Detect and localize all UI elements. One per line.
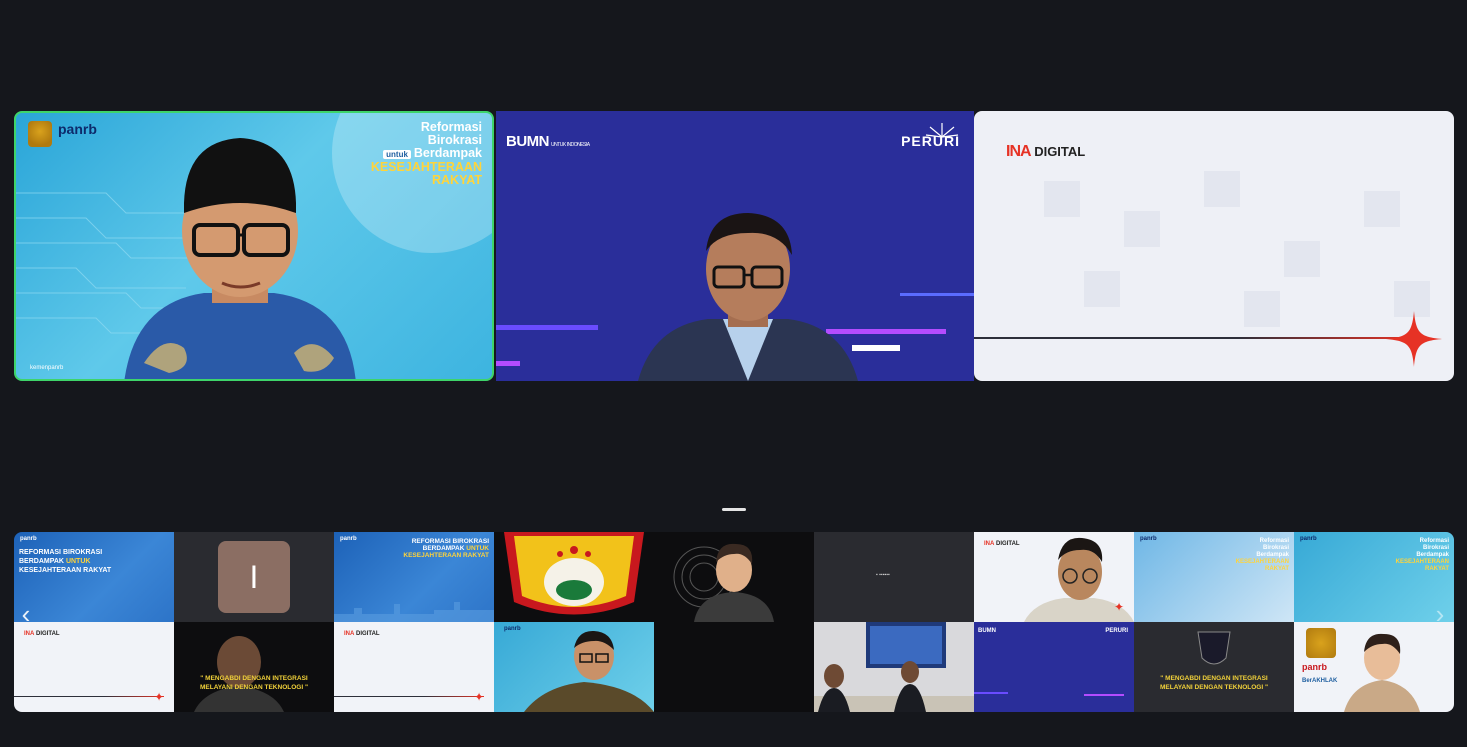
red-star-icon: ✦ (474, 690, 485, 704)
participant-thumb[interactable]: INA DIGITAL ✦ (14, 622, 174, 712)
bumn-logo: BUMN UNTUK INDONESIA (506, 133, 590, 150)
slogan-line: RAKYAT (431, 173, 482, 187)
decor-bar (900, 293, 974, 296)
participant-thumb[interactable] (654, 622, 814, 712)
participant-thumb[interactable]: INA DIGITAL ✦ (974, 532, 1134, 622)
decor-line (334, 696, 484, 697)
social-handles: kemenpanrb (30, 365, 64, 371)
speaker-2-person (638, 213, 858, 381)
participant-thumb[interactable]: panrb REFORMASI BIROKRASI BERDAMPAK UNTU… (334, 532, 494, 622)
participant-thumb[interactable]: " MENGABDI DENGAN INTEGRASI MELAYANI DEN… (174, 622, 334, 712)
red-star-icon (1386, 311, 1442, 367)
participant-person (194, 636, 284, 712)
red-star-icon: ✦ (1114, 600, 1125, 614)
participant-thumb[interactable]: panrb Reformasi Birokrasi Berdampak KESE… (1294, 532, 1454, 622)
room-camera-view (814, 622, 974, 712)
gallery-next-button[interactable]: › (1432, 598, 1448, 630)
participant-thumb[interactable]: ▪ ▪▪▪▪▪▪ (814, 532, 974, 622)
slogan: Reformasi Birokrasi untuk Berdampak KESEJ… (371, 121, 482, 187)
panrb-logo: panrb (58, 121, 97, 137)
participant-thumb[interactable]: " MENGABDI DENGAN INTEGRASI MELAYANI DEN… (1134, 622, 1294, 712)
participant-thumb[interactable] (814, 622, 974, 712)
participant-thumb[interactable]: panrb REFORMASI BIROKRASI BERDAMPAK UNTU… (14, 532, 174, 622)
decor-bar (974, 692, 1008, 694)
slogan-tag: untuk (383, 150, 411, 159)
avatar: I (218, 541, 290, 613)
participant-gallery: panrb REFORMASI BIROKRASI BERDAMPAK UNTU… (14, 532, 1454, 712)
decor-bar (852, 345, 900, 351)
participant-thumb[interactable]: BUMN PERURI (974, 622, 1134, 712)
video-tile-speaker-2[interactable]: BUMN UNTUK INDONESIA PERURI (496, 111, 974, 381)
participant-thumb[interactable]: INA DIGITAL ✦ (334, 622, 494, 712)
speaker-1-person (124, 138, 356, 379)
gallery-prev-button[interactable]: ‹ (18, 598, 34, 630)
skyline-decoration (334, 602, 494, 622)
participant-person (524, 630, 654, 712)
peruri-burst-icon (925, 123, 959, 138)
decor-bar (496, 361, 520, 366)
video-tile-speaker-1[interactable]: panrb Reformasi Birokrasi untuk Berdampak… (14, 111, 494, 381)
participant-thumb[interactable]: panrb (494, 622, 654, 712)
video-tile-speaker-3[interactable]: INA DIGITAL (974, 111, 1454, 381)
slogan-line: Berdampak (413, 146, 482, 160)
participant-thumb[interactable]: I (174, 532, 334, 622)
decor-line (974, 337, 1414, 339)
animated-avatar (1344, 633, 1420, 712)
screen-logo: ▪ ▪▪▪▪▪▪ (876, 572, 890, 578)
decor-bar (1084, 694, 1124, 696)
participant-thumb[interactable] (654, 532, 814, 622)
gallery-resize-handle[interactable] (722, 508, 746, 511)
decor-line (14, 696, 164, 697)
police-emblem-icon (504, 532, 644, 615)
participant-thumb[interactable] (494, 532, 654, 622)
animated-avatar (673, 543, 774, 622)
decor-bar (496, 325, 598, 330)
participant-thumb[interactable]: panrb Reformasi Birokrasi Berdampak KESE… (1134, 532, 1294, 622)
garuda-emblem-icon (28, 121, 52, 147)
red-star-icon: ✦ (154, 690, 165, 704)
participant-thumb[interactable]: panrb BerAKHLAK (1294, 622, 1454, 712)
badge-icon (1197, 631, 1231, 665)
ina-digital-logo: INA DIGITAL (1006, 143, 1086, 160)
garuda-emblem-icon (1306, 628, 1336, 658)
